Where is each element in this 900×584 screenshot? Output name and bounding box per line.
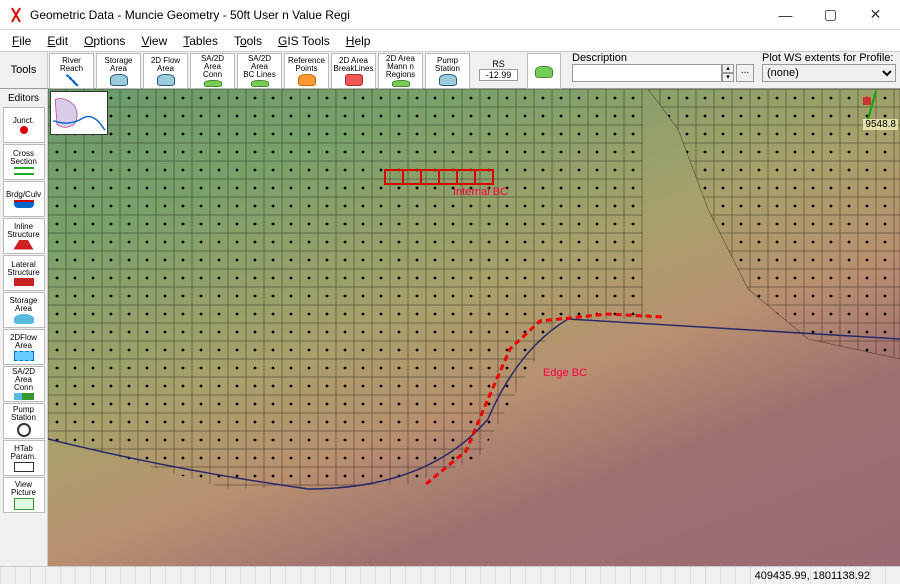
menu-gis-tools[interactable]: GIS Tools — [270, 32, 338, 50]
storage-area-icon — [110, 74, 128, 86]
rs-label: RS — [492, 59, 505, 69]
profile-label: Plot WS extents for Profile: — [762, 52, 896, 64]
description-more-button[interactable]: ... — [736, 64, 754, 82]
storage-area-ed-icon — [14, 314, 34, 324]
pump-station-ed-icon — [17, 423, 31, 437]
description-group: Description ▴▾ ... — [568, 52, 758, 88]
description-input[interactable] — [572, 64, 722, 82]
tool-2d-mann[interactable]: 2D AreaMann nRegions — [378, 53, 423, 89]
menu-help[interactable]: Help — [338, 32, 379, 50]
tool-ref-points[interactable]: ReferencePoints — [284, 53, 329, 89]
2dflow-area-ed-icon — [14, 351, 34, 361]
tool-2d-flow-area[interactable]: 2D FlowArea — [143, 53, 188, 89]
junct-icon — [20, 126, 28, 134]
menu-bar: File Edit Options View Tables Tools GIS … — [0, 30, 900, 51]
ref-points-icon — [298, 74, 316, 86]
profile-select[interactable]: (none) — [762, 64, 896, 82]
editor-junct[interactable]: Junct. — [3, 107, 45, 143]
profile-group: Plot WS extents for Profile: (none) — [758, 52, 900, 88]
maximize-button[interactable]: ▢ — [808, 1, 853, 29]
map-layers-icon — [535, 66, 553, 78]
menu-view[interactable]: View — [133, 32, 175, 50]
main-area: Editors Junct.CrossSectionBrdg/CulvInlin… — [0, 89, 900, 566]
menu-file[interactable]: File — [4, 32, 39, 50]
2d-mann-icon — [392, 80, 410, 87]
editor-inline-structure[interactable]: InlineStructure — [3, 218, 45, 254]
editors-sidebar: Editors Junct.CrossSectionBrdg/CulvInlin… — [0, 89, 48, 566]
tool-sa2d-conn[interactable]: SA/2D AreaConn — [190, 53, 235, 89]
2d-breaklines-icon — [345, 74, 363, 86]
status-coords: 409435.99, 1801138.92 — [755, 570, 870, 582]
inline-structure-icon — [14, 240, 34, 250]
editor-pump-station-ed[interactable]: PumpStation — [3, 403, 45, 439]
menu-edit[interactable]: Edit — [39, 32, 76, 50]
description-label: Description — [572, 52, 754, 64]
tool-sa2d-bclines[interactable]: SA/2D AreaBC Lines — [237, 53, 282, 89]
window-controls: — ▢ ✕ — [763, 1, 898, 29]
tools-label: Tools — [0, 52, 48, 88]
brdg-culv-icon — [14, 200, 34, 208]
editor-cross-section[interactable]: CrossSection — [3, 144, 45, 180]
river-reach-icon — [63, 74, 81, 86]
pump-station-icon — [439, 74, 457, 86]
top-toolbar: Tools RiverReachStorageArea2D FlowAreaSA… — [0, 51, 900, 89]
title-bar: Geometric Data - Muncie Geometry - 50ft … — [0, 0, 900, 30]
htab-param-icon — [14, 462, 34, 472]
map-layers-button[interactable] — [527, 53, 561, 89]
menu-tables[interactable]: Tables — [175, 32, 226, 50]
edge-bc-label: Edge BC — [543, 367, 587, 379]
editors-label: Editors — [8, 91, 39, 106]
internal-bc-cells[interactable] — [384, 169, 494, 185]
editor-brdg-culv[interactable]: Brdg/Culv — [3, 181, 45, 217]
editor-htab-param[interactable]: HTabParam. — [3, 440, 45, 476]
mesh-grid — [48, 89, 900, 566]
rs-group: RS -12.99 — [471, 52, 526, 88]
minimize-button[interactable]: — — [763, 1, 808, 29]
geometry-canvas[interactable]: Internal BC Edge BC 9548.8 — [48, 89, 900, 566]
cross-section-icon — [14, 167, 34, 175]
2d-flow-area-icon — [157, 74, 175, 86]
description-spinner[interactable]: ▴▾ — [722, 64, 734, 82]
tool-2d-breaklines[interactable]: 2D AreaBreakLines — [331, 53, 376, 89]
editor-lateral-structure[interactable]: LateralStructure — [3, 255, 45, 291]
tool-river-reach[interactable]: RiverReach — [49, 53, 94, 89]
sa2d-conn-icon — [204, 80, 222, 87]
lateral-structure-icon — [14, 278, 34, 286]
menu-options[interactable]: Options — [76, 32, 133, 50]
station-tag: 9548.8 — [863, 119, 898, 130]
editor-storage-area-ed[interactable]: StorageArea — [3, 292, 45, 328]
close-button[interactable]: ✕ — [853, 1, 898, 29]
tool-pump-station[interactable]: PumpStation — [425, 53, 470, 89]
view-picture-icon — [14, 498, 34, 510]
internal-bc-label: Internal BC — [453, 186, 508, 198]
sa2d-conn-ed-icon — [14, 393, 34, 400]
app-icon — [8, 7, 24, 23]
window-title: Geometric Data - Muncie Geometry - 50ft … — [30, 8, 763, 22]
menu-tools[interactable]: Tools — [226, 32, 270, 50]
overview-inset[interactable] — [50, 91, 108, 135]
tool-storage-area[interactable]: StorageArea — [96, 53, 141, 89]
sa2d-bclines-icon — [251, 80, 269, 87]
rs-value[interactable]: -12.99 — [479, 69, 519, 81]
status-bar: 409435.99, 1801138.92 — [0, 566, 900, 584]
editor-view-picture[interactable]: ViewPicture — [3, 477, 45, 513]
editor-2dflow-area-ed[interactable]: 2DFlowArea — [3, 329, 45, 365]
editor-sa2d-conn-ed[interactable]: SA/2D AreaConn — [3, 366, 45, 402]
